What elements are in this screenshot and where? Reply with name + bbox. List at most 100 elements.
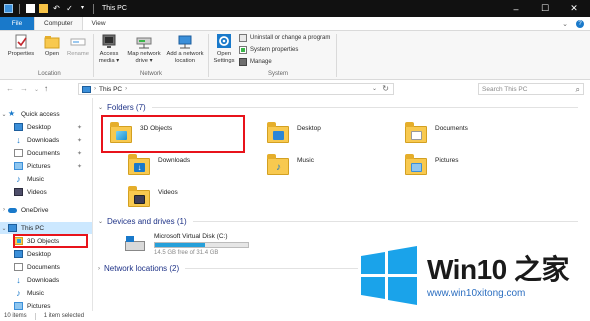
new-folder-icon[interactable] <box>39 4 48 13</box>
drive-usage-bar <box>154 242 249 248</box>
pin-icon[interactable]: ✦ <box>77 124 82 131</box>
search-input[interactable]: Search This PC ⌕ <box>478 83 584 95</box>
system-group-label: System <box>268 71 289 77</box>
pictures-icon <box>14 162 23 170</box>
customize-toolbar-icon[interactable]: ▾ <box>78 4 87 13</box>
cloud-icon <box>8 207 17 213</box>
sidebar-item-quick-access[interactable]: ⌄ ★ Quick access <box>0 108 92 120</box>
undo-icon[interactable]: ↶ <box>52 4 61 13</box>
chevron-right-icon[interactable]: › <box>98 266 100 272</box>
music-icon: ♪ <box>16 174 21 184</box>
manage-icon <box>239 58 247 66</box>
tab-file[interactable]: File <box>0 17 34 30</box>
watermark-url: www.win10xitong.com <box>427 288 526 299</box>
music-icon: ♪ <box>267 152 291 176</box>
downloads-icon: ↓ <box>16 135 21 145</box>
refresh-icon[interactable]: ↻ <box>382 84 389 93</box>
hard-drive-icon <box>124 233 148 257</box>
maximize-button[interactable]: ☐ <box>531 0 559 17</box>
pin-icon[interactable]: ✦ <box>77 137 82 144</box>
network-locations-header[interactable]: › Network locations (2) <box>98 264 358 273</box>
minimize-button[interactable]: – <box>502 0 530 17</box>
network-group-label: Network <box>140 71 163 77</box>
sidebar-item-music-pc[interactable]: ♪ Music <box>0 287 92 299</box>
chevron-down-icon[interactable]: ⌄ <box>0 225 8 232</box>
open-settings-button[interactable]: Open Settings <box>211 34 237 64</box>
help-icon[interactable]: ? <box>576 19 584 28</box>
status-bar: 10 items 1 item selected <box>0 311 590 321</box>
back-arrow-icon[interactable]: ← <box>6 84 14 93</box>
sidebar-item-downloads[interactable]: ↓ Downloads ✦ <box>0 134 92 146</box>
watermark: Win10 之家 www.win10xitong.com <box>357 246 590 312</box>
tab-view[interactable]: View <box>83 17 115 30</box>
add-network-location-button[interactable]: Add a network location <box>163 34 207 64</box>
system-properties-button[interactable]: System properties <box>239 46 298 54</box>
sidebar-item-documents-pc[interactable]: Documents <box>0 261 92 273</box>
uninstall-program-button[interactable]: Uninstall or change a program <box>239 34 330 42</box>
chevron-right-icon[interactable]: › <box>0 207 8 213</box>
open-button[interactable]: Open <box>42 34 62 58</box>
forward-arrow-icon[interactable]: → <box>20 84 28 93</box>
star-icon: ★ <box>8 109 16 118</box>
sidebar-item-desktop[interactable]: Desktop ✦ <box>0 121 92 133</box>
address-bar[interactable]: › This PC › ⌄ ↻ <box>78 83 394 95</box>
navigation-pane: ⌄ ★ Quick access Desktop ✦ ↓ Downloads ✦… <box>0 98 93 311</box>
recent-locations-icon[interactable]: ⌄ <box>34 86 39 93</box>
drive-free-space: 14.5 GB free of 31.4 GB <box>154 250 219 256</box>
downloads-icon: ↓ <box>128 152 152 176</box>
access-media-button[interactable]: Access media ▾ <box>96 34 122 64</box>
tab-computer[interactable]: Computer <box>34 17 83 30</box>
pin-icon[interactable]: ✦ <box>77 150 82 157</box>
pin-icon[interactable]: ✦ <box>77 163 82 170</box>
checkmark-icon[interactable]: ✓ <box>65 4 74 13</box>
documents-icon <box>14 263 23 271</box>
sidebar-item-this-pc[interactable]: ⌄ This PC <box>0 222 92 234</box>
chevron-down-icon[interactable]: ⌄ <box>98 104 103 111</box>
this-pc-icon <box>4 4 13 13</box>
manage-button[interactable]: Manage <box>239 58 272 66</box>
selection-count: 1 item selected <box>43 313 85 319</box>
up-arrow-icon[interactable]: ↑ <box>44 84 48 93</box>
sidebar-highlight-box <box>13 234 88 248</box>
downloads-icon: ↓ <box>16 275 21 285</box>
ribbon-tabs: File Computer View ⌄ ? <box>0 17 590 31</box>
sidebar-item-onedrive[interactable]: › OneDrive <box>0 204 92 216</box>
open-icon <box>44 36 60 49</box>
chevron-down-icon[interactable]: ⌄ <box>98 218 103 225</box>
folder-item-documents[interactable]: Documents <box>405 120 468 144</box>
properties-icon[interactable] <box>26 4 35 13</box>
desktop-icon <box>14 123 23 131</box>
gear-icon <box>217 34 231 48</box>
map-network-drive-button[interactable]: Map network drive ▾ <box>126 34 162 64</box>
close-button[interactable]: ✕ <box>560 0 588 17</box>
folder-item-downloads[interactable]: ↓ Downloads <box>128 152 190 176</box>
drive-label: Microsoft Virtual Disk (C:) <box>154 233 228 240</box>
sidebar-item-documents[interactable]: Documents ✦ <box>0 147 92 159</box>
window-title: This PC <box>102 5 127 12</box>
chevron-down-icon[interactable]: ⌄ <box>562 20 568 28</box>
desktop-icon <box>267 120 291 144</box>
address-dropdown-icon[interactable]: ⌄ <box>372 85 377 92</box>
access-media-icon <box>102 34 116 48</box>
drive-item-c[interactable]: Microsoft Virtual Disk (C:) 14.5 GB free… <box>124 233 249 257</box>
sidebar-item-desktop-pc[interactable]: Desktop <box>0 248 92 260</box>
breadcrumb[interactable]: This PC <box>99 86 122 93</box>
devices-section-header[interactable]: ⌄ Devices and drives (1) <box>98 217 578 226</box>
sidebar-item-pictures[interactable]: Pictures ✦ <box>0 160 92 172</box>
properties-button[interactable]: Properties <box>6 34 36 58</box>
sidebar-item-downloads-pc[interactable]: ↓ Downloads <box>0 274 92 286</box>
folder-item-videos[interactable]: Videos <box>128 184 178 208</box>
pictures-icon <box>405 152 429 176</box>
sidebar-item-videos[interactable]: Videos <box>0 186 92 198</box>
chevron-down-icon[interactable]: ⌄ <box>0 111 8 118</box>
folders-section-header[interactable]: ⌄ Folders (7) <box>98 103 578 112</box>
folder-item-desktop[interactable]: Desktop <box>267 120 321 144</box>
this-pc-icon <box>82 85 91 93</box>
location-group-label: Location <box>38 71 61 77</box>
sidebar-item-music[interactable]: ♪ Music <box>0 173 92 185</box>
drive-usage-fill <box>155 243 206 247</box>
folder-item-music[interactable]: ♪ Music <box>267 152 314 176</box>
folder-item-pictures[interactable]: Pictures <box>405 152 458 176</box>
rename-button[interactable]: Rename <box>66 34 90 58</box>
address-row: ← → ⌄ ↑ › This PC › ⌄ ↻ Search This PC ⌕ <box>0 81 590 97</box>
